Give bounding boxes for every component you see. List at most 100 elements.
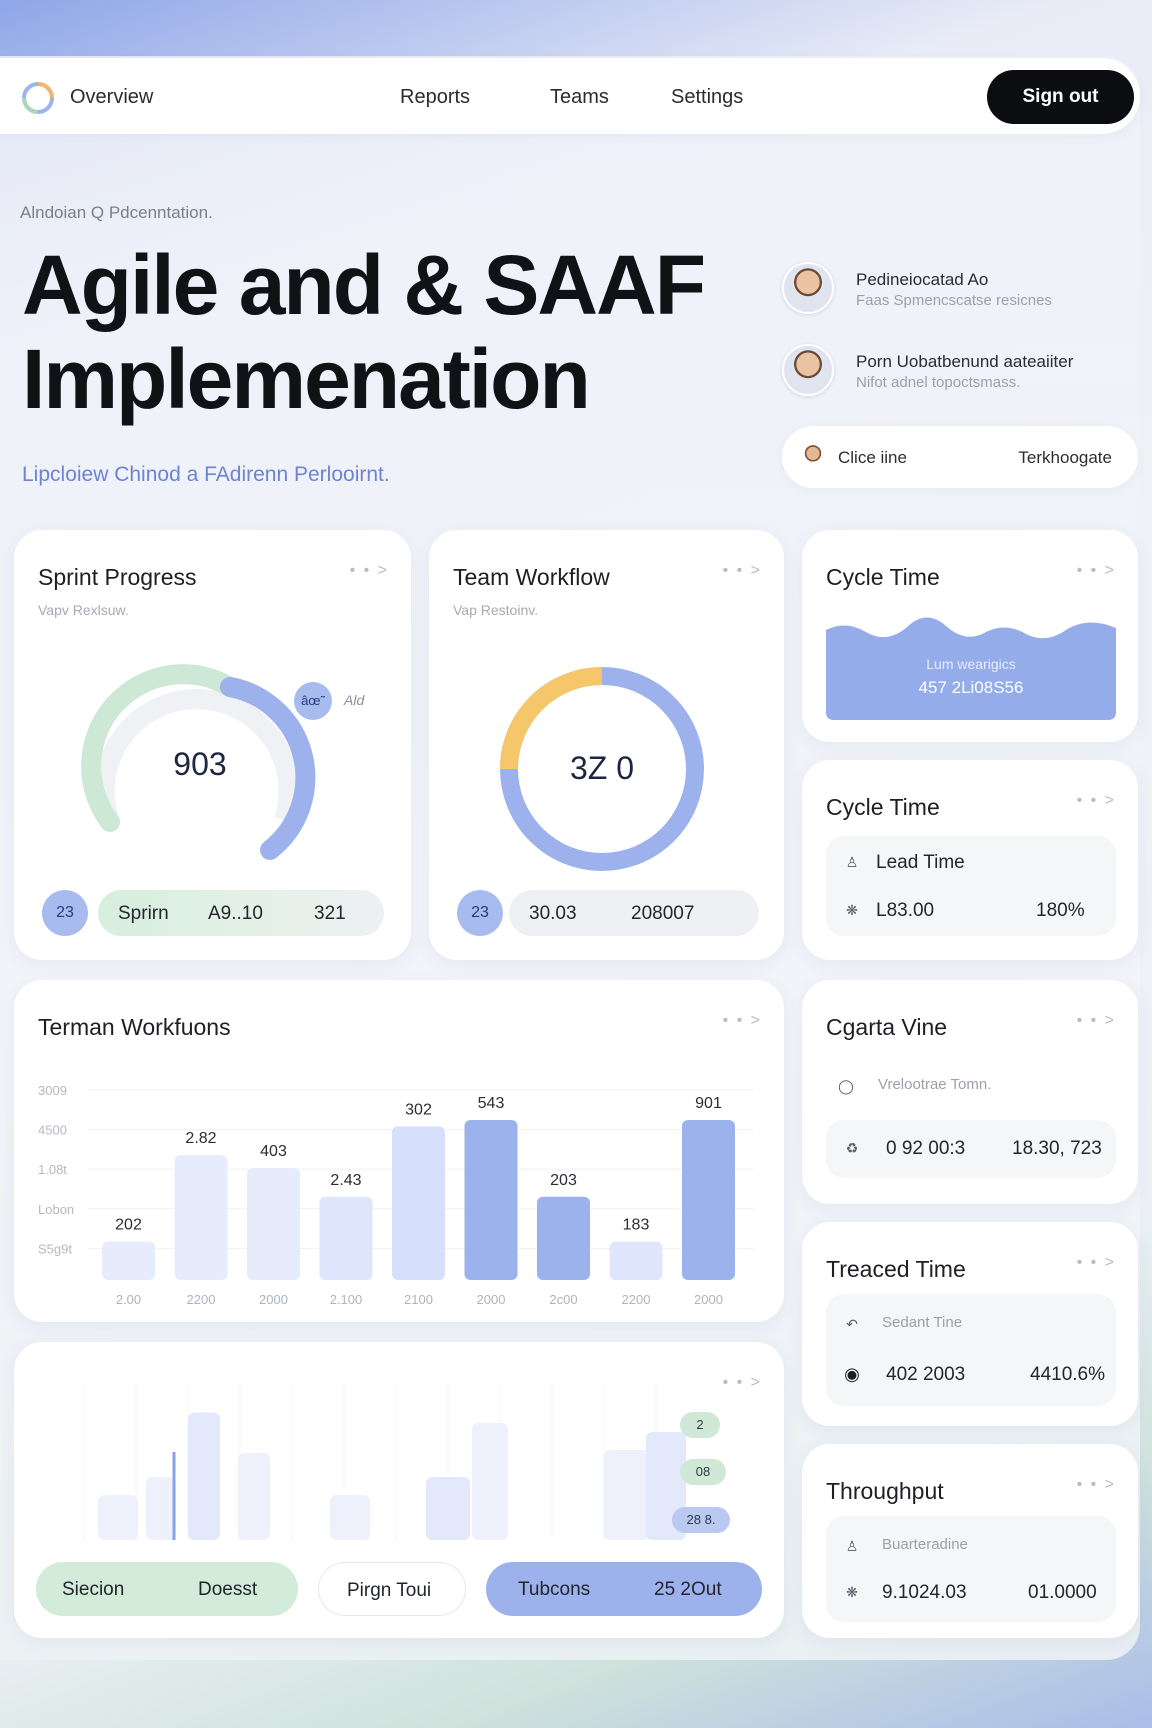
summary-chart-card: • • > 2 08 28 8. Siecion Doesst Pirgn To… — [14, 1342, 784, 1638]
y-tick-label: 1.08t — [38, 1162, 67, 1177]
timer-icon: ♻ — [845, 1140, 859, 1156]
mini-bar — [426, 1477, 470, 1540]
card-subtitle: Vapv Rexlsuw. — [38, 602, 129, 618]
chip-green[interactable]: 08 — [680, 1459, 726, 1485]
workflow-stats-pill[interactable]: 30.03 208007 — [509, 890, 759, 936]
team-selector-pill[interactable]: Clice iine Terkhoogate — [782, 426, 1138, 488]
cycle-time-lead-card: Cycle Time • • > ♙ Lead Time ❋ L83.00 18… — [802, 760, 1138, 960]
sprint-stat-b: 321 — [314, 903, 346, 924]
person-icon: ♙ — [845, 854, 859, 870]
sign-out-button[interactable]: Sign out — [987, 70, 1134, 124]
bar-value-label: 203 — [550, 1172, 577, 1189]
user-icon: ♙ — [845, 1538, 859, 1554]
card-title: Cgarta Vine — [826, 1014, 948, 1040]
mini-bar — [330, 1495, 370, 1540]
x-tick-label: 2100 — [404, 1292, 433, 1307]
bar — [392, 1126, 445, 1280]
workflow-stat-b: 208007 — [631, 903, 695, 924]
more-options-icon[interactable]: • • > — [350, 562, 389, 580]
sprint-stats-pill[interactable]: Sprirn A9..10 321 — [98, 890, 384, 936]
avatar — [800, 443, 826, 469]
throughput-panel: ♙ Buarteradine ❋ 9.1024.03 01.0000 — [826, 1516, 1116, 1622]
avatar — [782, 344, 834, 396]
bar-value-label: 302 — [405, 1101, 432, 1118]
person-name: Pedineiocatad Ao — [856, 270, 989, 289]
nav-reports[interactable]: Reports — [400, 86, 470, 109]
page-title-line1: Agile and & SAAF — [22, 238, 706, 332]
x-tick-label: 2000 — [259, 1292, 288, 1307]
sprint-badge-text: Ald — [344, 692, 365, 708]
person-item[interactable]: Pedineiocatad Ao Faas Spmencscatse resic… — [782, 258, 1142, 322]
bar-value-label: 403 — [260, 1143, 287, 1160]
cycle-time-card: Cycle Time • • > Lum wearigics 457 2Li08… — [802, 530, 1138, 742]
hero-subtitle[interactable]: Lipcloiew Chinod a FAdirenn Perlooirnt. — [22, 463, 390, 487]
x-tick-label: 2200 — [187, 1292, 216, 1307]
wave-caption: Lum wearigics — [926, 656, 1016, 672]
throughput-label: Buarteradine — [882, 1536, 968, 1553]
chip-blue[interactable]: 28 8. — [672, 1507, 730, 1533]
mini-bar — [98, 1495, 138, 1540]
card-title: Sprint Progress — [38, 564, 197, 590]
more-options-icon[interactable]: • • > — [1077, 1254, 1116, 1272]
person-item[interactable]: Porn Uobatbenund aateaiiter Nifot adnel … — [782, 340, 1142, 404]
bar-value-label: 2.43 — [330, 1172, 361, 1189]
more-options-icon[interactable]: • • > — [1077, 792, 1116, 810]
bar — [609, 1241, 663, 1280]
person-role: Faas Spmencscatse resicnes — [856, 292, 1052, 309]
team-selector-right[interactable]: Terkhoogate — [1018, 448, 1112, 468]
status-pill-value: 25 2Out — [654, 1579, 722, 1600]
mini-bar — [238, 1453, 270, 1540]
status-pill-white[interactable]: Pirgn Toui — [318, 1562, 466, 1616]
page-title: Agile and & SAAF Implemenation — [22, 238, 706, 426]
team-workflow-card: Team Workflow • • > Vap Restoinv. 3Z 0 2… — [429, 530, 784, 960]
status-pill-blue[interactable]: Tubcons 25 2Out — [486, 1562, 762, 1616]
person-role: Nifot adnel topoctsmass. — [856, 374, 1021, 391]
mini-bar — [604, 1450, 650, 1540]
more-options-icon[interactable]: • • > — [1077, 1476, 1116, 1494]
status-pill-green[interactable]: Siecion Doesst — [36, 1562, 298, 1616]
nav-settings[interactable]: Settings — [671, 86, 743, 109]
x-tick-label: 2000 — [477, 1292, 506, 1307]
more-options-icon[interactable]: • • > — [1077, 1012, 1116, 1030]
bar-value-label: 202 — [115, 1217, 142, 1234]
chip-green[interactable]: 2 — [680, 1412, 720, 1438]
y-tick-label: 4500 — [38, 1123, 67, 1138]
card-subtitle: Vap Restoinv. — [453, 602, 539, 618]
card-title: Team Workflow — [453, 564, 610, 590]
card-title: Throughput — [826, 1478, 944, 1504]
sprint-dot[interactable]: 23 — [42, 890, 88, 936]
more-options-icon[interactable]: • • > — [1077, 562, 1116, 580]
top-nav: Overview Reports Teams Settings Sign out — [0, 58, 1140, 134]
lead-time-value: L83.00 — [876, 900, 935, 921]
mini-bar — [146, 1477, 176, 1540]
workflow-dot[interactable]: 23 — [457, 890, 503, 936]
sprint-badge-icon[interactable]: âœ˜ — [294, 682, 332, 720]
team-selector-left[interactable]: Clice iine — [838, 448, 907, 468]
record-icon: ◉ — [844, 1364, 860, 1384]
throughput-card: Throughput • • > ♙ Buarteradine ❋ 9.1024… — [802, 1444, 1138, 1638]
card-title: Cycle Time — [826, 794, 940, 820]
treaced-value: 402 2003 — [886, 1364, 966, 1385]
nav-teams[interactable]: Teams — [550, 86, 609, 109]
y-tick-label: S5g9t — [38, 1241, 72, 1256]
gear-icon: ❋ — [846, 1584, 858, 1600]
logo-icon — [22, 82, 54, 114]
settings-icon: ❋ — [846, 902, 858, 918]
bar-chart-card: Terman Workfuons • • > 3009 4500 1.08t Lobo… — [14, 980, 784, 1322]
card-title: Treaced Time — [826, 1256, 966, 1282]
bar — [464, 1120, 518, 1280]
cgarta-value-right: 18.30, 723 — [1012, 1138, 1102, 1159]
workflow-value: 3Z 0 — [569, 750, 635, 786]
status-pill-label: Siecion — [62, 1579, 125, 1600]
treaced-label: Sedant Tine — [882, 1314, 963, 1331]
page-title-line2: Implemenation — [22, 332, 591, 426]
more-options-icon[interactable]: • • > — [723, 562, 762, 580]
throughput-value: 9.1024.03 — [882, 1582, 967, 1603]
status-pill-label: Tubcons — [518, 1579, 591, 1600]
bar-chart: 3009 4500 1.08t Lobon S5g9t 202 2.00 2.82 2200 40… — [38, 1083, 754, 1307]
nav-overview[interactable]: Overview — [70, 86, 153, 109]
avatar — [782, 262, 834, 314]
cgarta-value: 0 92 00:3 — [886, 1138, 966, 1159]
cgarta-vine-card: Cgarta Vine • • > ◯ Vrelootrae Tomn. ♻ 0… — [802, 980, 1138, 1204]
bar — [102, 1241, 155, 1280]
